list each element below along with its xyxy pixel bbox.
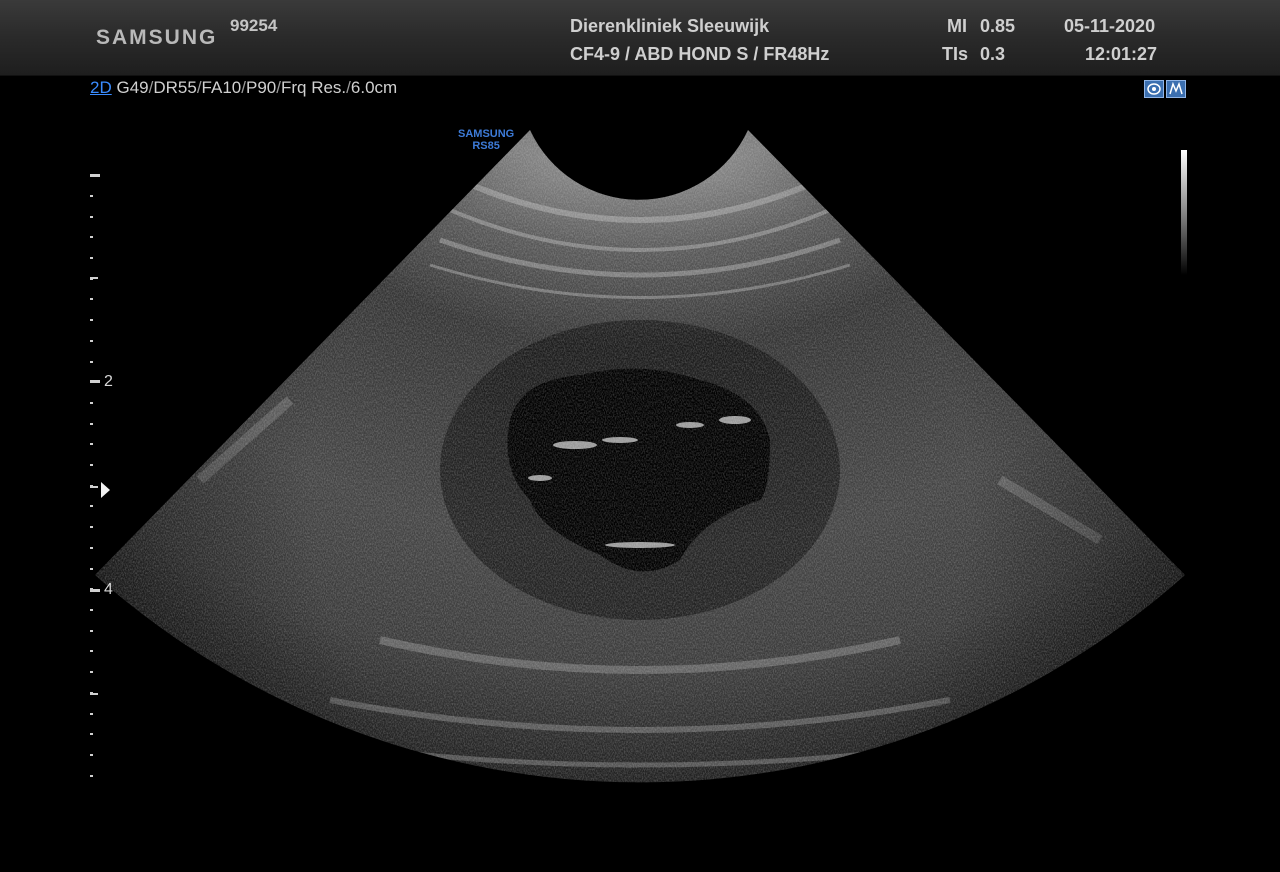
param-dynamic-range: DR55: [153, 78, 197, 97]
depth-minor-tick: [90, 278, 93, 280]
depth-minor-tick: [90, 464, 93, 466]
header-bar: SAMSUNG 99254 Dierenkliniek Sleeuwijk CF…: [0, 0, 1280, 76]
depth-minor-tick: [90, 319, 93, 321]
param-gain: G49: [116, 78, 149, 97]
depth-minor-tick: [90, 547, 93, 549]
probe-preset: CF4-9 / ABD HOND S / FR48Hz: [570, 44, 830, 64]
param-power: P90: [245, 78, 277, 97]
depth-minor-tick: [90, 692, 93, 694]
depth-minor-tick: [90, 568, 93, 570]
param-depth: 6.0cm: [350, 78, 398, 97]
probe-logo: SAMSUNG RS85: [458, 128, 515, 152]
depth-minor-tick: [90, 733, 93, 735]
exam-date: 05-11-2020: [1064, 16, 1156, 36]
exam-time: 12:01:27: [1085, 44, 1158, 64]
ultrasound-image: [90, 130, 1185, 783]
imaging-parameters: 2D G49/DR55/FA10/P90/Frq Res./6.0cm: [90, 78, 398, 97]
depth-minor-tick: [90, 402, 93, 404]
depth-minor-tick: [90, 713, 93, 715]
mode-2d-link[interactable]: 2D: [90, 78, 112, 97]
param-frequency: Frq Res.: [280, 78, 347, 97]
depth-minor-tick: [90, 423, 93, 425]
depth-minor-tick: [90, 195, 93, 197]
depth-minor-tick: [90, 340, 93, 342]
depth-scale: [90, 174, 100, 777]
depth-minor-tick: [90, 505, 93, 507]
depth-minor-tick: [90, 216, 93, 218]
depth-minor-tick: [90, 630, 93, 632]
measurement-icon[interactable]: [1166, 80, 1186, 98]
depth-label-2: 2: [104, 373, 113, 390]
depth-minor-tick: [90, 588, 93, 590]
tis-label: TIs: [942, 44, 969, 64]
param-frame-average: FA10: [201, 78, 242, 97]
depth-minor-tick: [90, 236, 93, 238]
depth-minor-tick: [90, 650, 93, 652]
depth-minor-tick: [90, 754, 93, 756]
focus-marker[interactable]: [101, 482, 110, 498]
patient-id: 99254: [230, 16, 278, 35]
depth-minor-tick: [90, 381, 93, 383]
depth-minor-tick: [90, 609, 93, 611]
depth-minor-tick: [90, 485, 93, 487]
status-icons: [1144, 80, 1186, 98]
depth-minor-tick: [90, 443, 93, 445]
mi-value: 0.85: [980, 16, 1016, 36]
depth-minor-tick: [90, 298, 93, 300]
mi-label: MI: [947, 16, 967, 36]
depth-label-4: 4: [104, 581, 113, 598]
grayscale-bar: [1181, 150, 1187, 275]
tis-value: 0.3: [980, 44, 1006, 64]
biopsy-guide-icon[interactable]: [1144, 80, 1164, 98]
depth-minor-tick: [90, 775, 93, 777]
depth-minor-tick: [90, 361, 93, 363]
depth-minor-tick: [90, 257, 93, 259]
depth-minor-tick: [90, 526, 93, 528]
clinic-name: Dierenkliniek Sleeuwijk: [570, 16, 770, 36]
brand-logo: SAMSUNG: [96, 26, 218, 49]
depth-minor-tick: [90, 671, 93, 673]
